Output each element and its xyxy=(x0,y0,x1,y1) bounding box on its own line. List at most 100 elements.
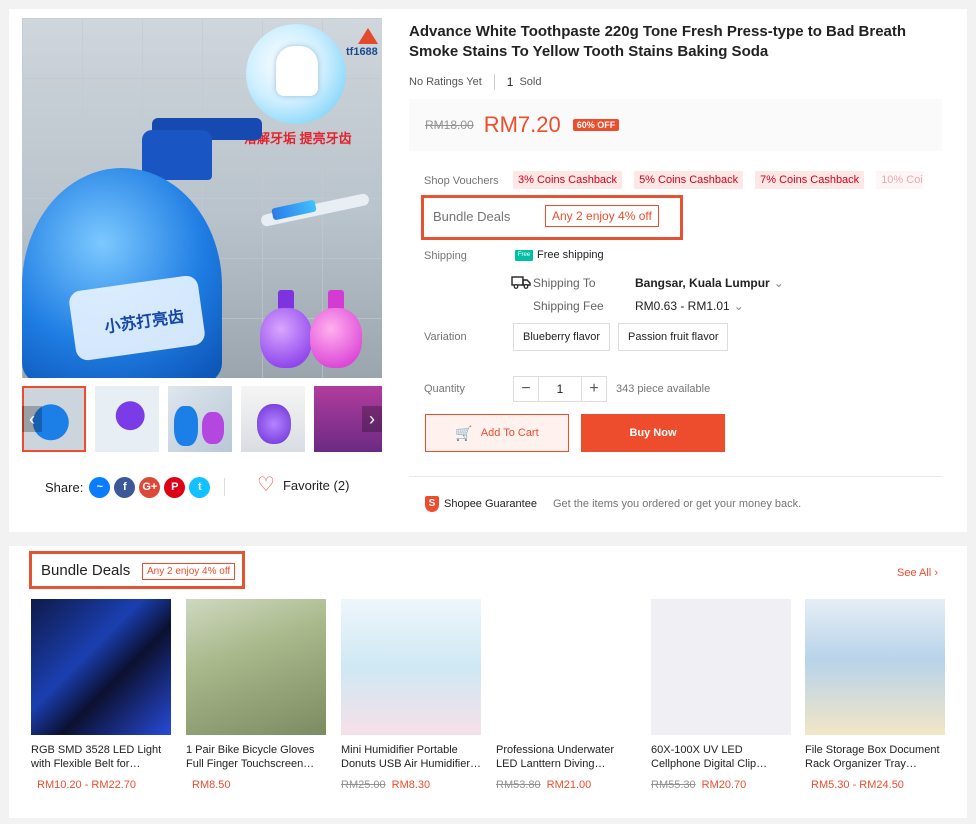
sold-label: Sold xyxy=(519,76,542,88)
see-all-label: See All xyxy=(897,567,932,579)
share-label: Share: xyxy=(45,479,84,495)
cart-plus-icon: 🛒 xyxy=(455,424,473,441)
bundle-section-tag: Any 2 enjoy 4% off xyxy=(142,563,236,580)
sold-count: 1 xyxy=(506,75,514,89)
stock-available: 343 piece available xyxy=(616,383,711,395)
facebook-icon[interactable]: f xyxy=(114,476,136,498)
product-name: File Storage Box Document Rack Organizer… xyxy=(805,744,940,770)
shipping-label: Shipping xyxy=(424,250,467,262)
bundle-product-card[interactable]: 60X-100X UV LED Cellphone Digital Clip… … xyxy=(651,599,791,791)
variation-option-blueberry[interactable]: Blueberry flavor xyxy=(513,323,611,351)
bottle-cap xyxy=(142,130,212,180)
product-thumbnail xyxy=(341,599,481,735)
quantity-stepper: − 1 + xyxy=(513,376,607,402)
product-thumbnail xyxy=(186,599,326,735)
product-main-image[interactable]: tf1688 溶解牙垢 提亮牙齿 小苏打亮齿 xyxy=(22,18,382,378)
chevron-down-icon: ⌄ xyxy=(733,299,744,313)
brand-logo-icon xyxy=(358,28,378,44)
bundle-product-card[interactable]: Professiona Underwater LED Lanttern Divi… xyxy=(496,599,636,791)
chevron-left-icon[interactable]: ‹ xyxy=(22,406,42,432)
pinterest-icon[interactable]: P xyxy=(164,476,186,498)
chevron-right-icon[interactable]: › xyxy=(362,406,382,432)
favorite-button[interactable]: ♡ Favorite (2) xyxy=(257,475,349,495)
see-all-link[interactable]: See All › xyxy=(897,567,938,579)
voucher-list: 3% Coins Cashback 5% Coins Cashback 7% C… xyxy=(513,171,923,189)
shipping-fee-value: RM0.63 - RM1.01 xyxy=(635,299,730,313)
product-price: RM55.30 RM20.70 xyxy=(651,779,791,791)
product-current-price: RM20.70 xyxy=(701,779,747,791)
product-thumbnail xyxy=(31,599,171,735)
google-plus-icon[interactable]: G+ xyxy=(139,476,161,498)
share-row: Share: ~ f G+ P t xyxy=(45,475,211,499)
buy-now-button[interactable]: Buy Now xyxy=(581,414,725,452)
quantity-input[interactable]: 1 xyxy=(539,376,581,402)
product-price: RM25.00 RM8.30 xyxy=(341,779,481,791)
tooth-icon xyxy=(276,46,318,96)
product-price: RM8.50 xyxy=(186,779,326,791)
decrease-quantity-button[interactable]: − xyxy=(513,376,539,402)
variation-option-passion-fruit[interactable]: Passion fruit flavor xyxy=(618,323,729,351)
product-current-price: RM10.20 - RM22.70 xyxy=(37,779,137,791)
vouchers-label: Shop Vouchers xyxy=(424,175,499,187)
bundle-product-card[interactable]: RGB SMD 3528 LED Light with Flexible Bel… xyxy=(31,599,171,791)
product-price: RM5.30 - RM24.50 xyxy=(805,779,945,791)
bundle-deals-section: Bundle Deals Any 2 enjoy 4% off See All … xyxy=(9,546,967,818)
add-to-cart-button[interactable]: 🛒 Add To Cart xyxy=(425,414,569,452)
shipping-destination: Bangsar, Kuala Lumpur xyxy=(635,276,770,290)
discount-badge: 60% OFF xyxy=(572,119,620,131)
free-shipping-text: Free shipping xyxy=(537,249,604,261)
bundle-section-title: Bundle Deals xyxy=(41,562,131,579)
bundle-deals-label: Bundle Deals xyxy=(433,209,511,224)
small-bottle-cap-pink xyxy=(328,290,344,310)
product-current-price: RM8.50 xyxy=(192,779,231,791)
product-thumbnail xyxy=(805,599,945,735)
product-thumbnail xyxy=(496,599,636,735)
thumbnail-4[interactable] xyxy=(241,386,305,452)
bundle-deals-tag[interactable]: Any 2 enjoy 4% off xyxy=(545,205,659,227)
bundle-product-card[interactable]: File Storage Box Document Rack Organizer… xyxy=(805,599,945,791)
divider xyxy=(493,74,495,90)
shield-icon: S xyxy=(425,496,439,512)
guarantee-description: Get the items you ordered or get your mo… xyxy=(552,498,802,510)
voucher-item[interactable]: 5% Coins Cashback xyxy=(634,171,744,189)
product-detail-card: tf1688 溶解牙垢 提亮牙齿 小苏打亮齿 ‹ › Share: ~ f G+… xyxy=(9,9,967,532)
price-box: RM18.00 RM7.20 60% OFF xyxy=(409,99,942,151)
chevron-right-icon: › xyxy=(934,567,938,579)
thumbnail-2[interactable] xyxy=(95,386,159,452)
product-name: Mini Humidifier Portable Donuts USB Air … xyxy=(341,744,481,770)
free-shipping-icon: Free xyxy=(515,249,533,261)
voucher-item[interactable]: 7% Coins Cashback xyxy=(755,171,865,189)
increase-quantity-button[interactable]: + xyxy=(581,376,607,402)
divider xyxy=(409,476,942,477)
product-thumbnail xyxy=(651,599,791,735)
product-name: Professiona Underwater LED Lanttern Divi… xyxy=(496,744,615,770)
toothpaste-bottle-pink xyxy=(310,308,362,368)
twitter-icon[interactable]: t xyxy=(189,476,211,498)
voucher-item[interactable]: 3% Coins Cashback xyxy=(513,171,623,189)
product-price: RM53.80 RM21.00 xyxy=(496,779,636,791)
bundle-product-card[interactable]: Mini Humidifier Portable Donuts USB Air … xyxy=(341,599,481,791)
heart-icon: ♡ xyxy=(257,474,275,496)
product-current-price: RM5.30 - RM24.50 xyxy=(811,779,904,791)
favorite-label: Favorite (2) xyxy=(282,477,350,493)
product-name: RGB SMD 3528 LED Light with Flexible Bel… xyxy=(31,744,162,770)
product-meta: No Ratings Yet 1 Sold xyxy=(409,74,542,90)
truck-icon xyxy=(511,276,531,289)
product-old-price: RM53.80 xyxy=(496,779,541,791)
product-name: 60X-100X UV LED Cellphone Digital Clip… xyxy=(651,744,768,770)
bundle-product-card[interactable]: 1 Pair Bike Bicycle Gloves Full Finger T… xyxy=(186,599,326,791)
shipping-destination-select[interactable]: Bangsar, Kuala Lumpur ⌄ xyxy=(635,276,784,290)
divider xyxy=(224,478,225,496)
thumbnail-3[interactable] xyxy=(168,386,232,452)
shopee-guarantee[interactable]: S Shopee Guarantee Get the items you ord… xyxy=(425,496,801,512)
small-bottle-cap-purple xyxy=(278,290,294,310)
original-price: RM18.00 xyxy=(425,118,474,132)
messenger-icon[interactable]: ~ xyxy=(89,476,111,498)
shipping-fee-label: Shipping Fee xyxy=(533,299,604,313)
voucher-item[interactable]: 10% Coins xyxy=(876,171,923,189)
shipping-fee-select[interactable]: RM0.63 - RM1.01 ⌄ xyxy=(635,299,744,313)
product-price: RM10.20 - RM22.70 xyxy=(31,779,171,791)
add-to-cart-label: Add To Cart xyxy=(480,427,539,439)
quantity-label: Quantity xyxy=(424,383,465,395)
brand-logo-text: tf1688 xyxy=(346,46,378,58)
